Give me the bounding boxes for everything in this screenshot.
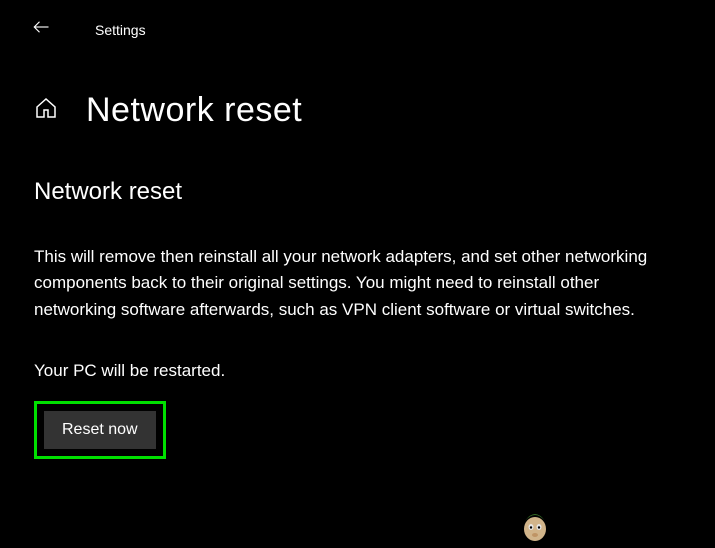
page-title: Network reset bbox=[86, 91, 302, 130]
content-area: Network reset This will remove then rein… bbox=[0, 130, 715, 459]
home-icon bbox=[34, 96, 58, 125]
section-heading: Network reset bbox=[34, 178, 675, 206]
back-arrow-icon bbox=[32, 18, 50, 41]
highlight-annotation: Reset now bbox=[34, 401, 166, 459]
title-row: Network reset bbox=[0, 41, 715, 130]
mascot-icon bbox=[515, 503, 555, 543]
restart-note: Your PC will be restarted. bbox=[34, 361, 675, 381]
home-button[interactable] bbox=[34, 96, 58, 125]
description-text: This will remove then reinstall all your… bbox=[34, 244, 674, 323]
header-bar: Settings bbox=[0, 0, 715, 41]
reset-now-button[interactable]: Reset now bbox=[44, 411, 156, 449]
app-name-label: Settings bbox=[95, 22, 146, 38]
back-button[interactable] bbox=[32, 18, 50, 41]
